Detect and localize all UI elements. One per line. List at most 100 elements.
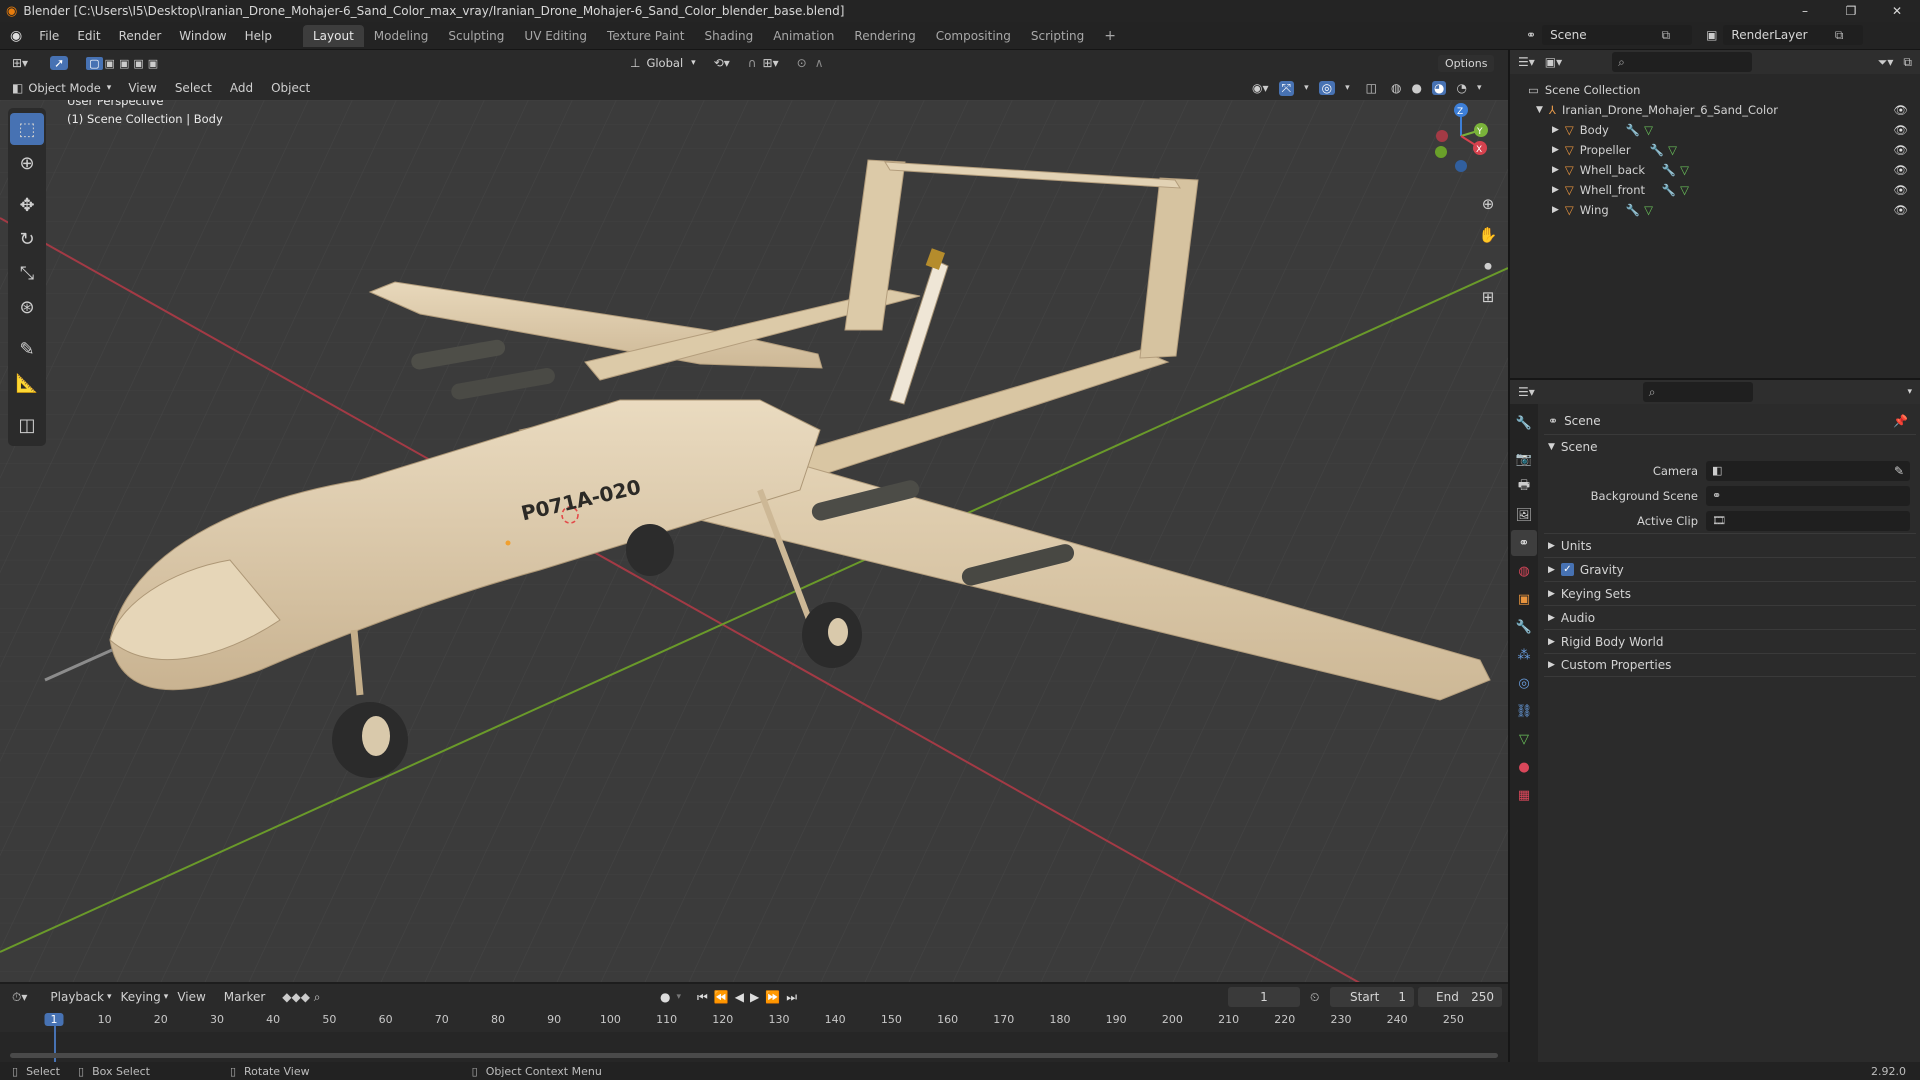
mode-dropdown[interactable]: Object Mode: [28, 81, 100, 95]
select-tool-icon[interactable]: ➚: [50, 56, 69, 70]
timeline-menu-playback[interactable]: Playback: [41, 990, 113, 1004]
tab-modeling[interactable]: Modeling: [364, 25, 439, 47]
render-tab-icon[interactable]: 📷: [1511, 446, 1537, 472]
move-tool-icon[interactable]: ✥: [10, 189, 44, 221]
play-reverse-icon[interactable]: ◀: [735, 990, 744, 1004]
add-cube-tool-icon[interactable]: ◫: [10, 409, 44, 441]
cursor-tool-icon[interactable]: ⊕: [10, 147, 44, 179]
jump-start-icon[interactable]: ⏮: [697, 990, 708, 1005]
mesh-data-icon[interactable]: ▽: [1680, 183, 1689, 197]
tab-scripting[interactable]: Scripting: [1021, 25, 1094, 47]
falloff-icon[interactable]: ∧: [815, 56, 824, 70]
modifier-wrench-icon[interactable]: 🔧: [1662, 163, 1676, 177]
outliner-object-row[interactable]: ▶ ▽ Wing 🔧 ▽ 👁: [1510, 200, 1920, 220]
outliner-object-row[interactable]: ▶ ▽ Propeller 🔧 ▽ 👁: [1510, 140, 1920, 160]
tab-shading[interactable]: Shading: [694, 25, 763, 47]
mesh-data-icon[interactable]: ▽: [1644, 123, 1653, 137]
background-scene-field[interactable]: ⚭: [1706, 485, 1910, 506]
visibility-eye-icon[interactable]: 👁: [1893, 183, 1908, 197]
scene-selector-icon[interactable]: ⚭: [1526, 28, 1536, 42]
editor-type-icon[interactable]: ☰▾: [1518, 385, 1535, 399]
xray-icon[interactable]: ◫: [1366, 81, 1377, 95]
gizmo-dropdown-icon[interactable]: ▾: [1304, 83, 1309, 93]
overlay-toggle-icon[interactable]: ◎: [1318, 81, 1336, 95]
viewport-menu-object[interactable]: Object: [262, 81, 319, 95]
proportional-edit-icon[interactable]: ⊙: [797, 56, 807, 70]
maximize-button[interactable]: ❐: [1828, 4, 1874, 18]
navigation-gizmo[interactable]: Z Y X: [1415, 100, 1505, 180]
3d-viewport[interactable]: P071A-020 User Perspective (1) Scene Col…: [0, 100, 1508, 982]
editor-type-icon[interactable]: ☰▾: [1518, 55, 1535, 69]
select-box-tool-icon[interactable]: ⬚: [10, 113, 44, 145]
constraints-tab-icon[interactable]: ⛓: [1511, 698, 1537, 724]
ortho-grid-icon[interactable]: ⊞: [1474, 283, 1502, 311]
expand-arrow-icon[interactable]: ▶: [1552, 165, 1559, 175]
outliner-object-row[interactable]: ▶ ▽ Whell_front 🔧 ▽ 👁: [1510, 180, 1920, 200]
minimize-button[interactable]: –: [1782, 4, 1828, 18]
outliner-collection-row[interactable]: ▼ ⅄ Iranian_Drone_Mohajer_6_Sand_Color 👁: [1510, 100, 1920, 120]
tab-uv-editing[interactable]: UV Editing: [514, 25, 597, 47]
eyedropper-icon[interactable]: ✎: [1894, 464, 1904, 478]
blender-menu-icon[interactable]: ◉: [0, 28, 30, 44]
pivot-point-icon[interactable]: ⟲▾: [714, 56, 730, 70]
rotate-tool-icon[interactable]: ↻: [10, 223, 44, 255]
visibility-eye-icon[interactable]: 👁: [1893, 143, 1908, 157]
scene-selector[interactable]: Scene ⧉: [1542, 25, 1693, 45]
new-collection-icon[interactable]: ⧉: [1903, 55, 1912, 70]
viewport-menu-view[interactable]: View: [119, 81, 165, 95]
scene-tab-icon[interactable]: ⚭: [1511, 530, 1537, 556]
select-mode-intersect-icon[interactable]: ▣: [148, 57, 158, 70]
shading-material-icon[interactable]: ◕: [1431, 81, 1447, 95]
shading-dropdown-icon[interactable]: ▾: [1477, 83, 1482, 93]
end-frame-field[interactable]: End 250: [1418, 987, 1502, 1007]
output-tab-icon[interactable]: 🖶: [1511, 474, 1537, 500]
select-mode-subtract-icon[interactable]: ▣: [119, 57, 129, 70]
world-tab-icon[interactable]: ◍: [1511, 558, 1537, 584]
outliner-object-row[interactable]: ▶ ▽ Body 🔧 ▽ 👁: [1510, 120, 1920, 140]
play-icon[interactable]: ▶: [750, 990, 759, 1004]
jump-end-icon[interactable]: ⏭: [786, 990, 797, 1005]
gizmo-toggle-icon[interactable]: ⤧: [1278, 80, 1295, 96]
visibility-eye-icon[interactable]: 👁: [1893, 123, 1908, 137]
next-keyframe-icon[interactable]: ⏩: [765, 990, 780, 1004]
annotate-tool-icon[interactable]: ✎: [10, 333, 44, 365]
viewport-menu-add[interactable]: Add: [221, 81, 262, 95]
add-workspace-button[interactable]: +: [1094, 24, 1126, 48]
pan-hand-icon[interactable]: ✋: [1474, 221, 1502, 249]
visibility-icon[interactable]: ◉▾: [1252, 81, 1269, 95]
rigid-body-world-subpanel[interactable]: ▶ Rigid Body World: [1544, 629, 1916, 653]
options-dropdown[interactable]: Options: [1438, 54, 1495, 72]
expand-arrow-icon[interactable]: ▶: [1552, 185, 1559, 195]
display-mode-icon[interactable]: ▣▾: [1545, 55, 1562, 69]
custom-properties-subpanel[interactable]: ▶ Custom Properties: [1544, 653, 1916, 677]
visibility-eye-icon[interactable]: 👁: [1893, 103, 1908, 117]
audio-subpanel[interactable]: ▶ Audio: [1544, 605, 1916, 629]
prev-keyframe-icon[interactable]: ⏪: [714, 990, 729, 1004]
visibility-eye-icon[interactable]: 👁: [1893, 163, 1908, 177]
shading-rendered-icon[interactable]: ◔: [1456, 81, 1466, 95]
clock-icon[interactable]: ⏲: [1310, 990, 1319, 1005]
measure-tool-icon[interactable]: 📐: [10, 367, 44, 399]
gravity-checkbox[interactable]: ✓: [1560, 563, 1574, 576]
keying-sets-subpanel[interactable]: ▶ Keying Sets: [1544, 581, 1916, 605]
outliner-search-input[interactable]: ⌕: [1612, 52, 1753, 72]
modifier-wrench-icon[interactable]: 🔧: [1650, 143, 1664, 157]
filter-icon[interactable]: ⏷▾: [1878, 55, 1894, 70]
tab-layout[interactable]: Layout: [302, 24, 364, 47]
editor-type-icon[interactable]: ⊞▾: [12, 56, 28, 70]
tab-compositing[interactable]: Compositing: [926, 25, 1021, 47]
expand-arrow-icon[interactable]: ▶: [1552, 125, 1559, 135]
modifier-wrench-icon[interactable]: 🔧: [1626, 123, 1640, 137]
viewport-scene[interactable]: [0, 100, 1508, 982]
scale-tool-icon[interactable]: ⤡: [10, 257, 44, 289]
scene-panel-header[interactable]: ▼ Scene: [1544, 434, 1916, 458]
select-mode-extend-icon[interactable]: ▣: [105, 57, 115, 70]
snap-target-icon[interactable]: ⊞▾: [763, 56, 779, 70]
modifier-tab-icon[interactable]: 🔧: [1511, 614, 1537, 640]
modifier-wrench-icon[interactable]: 🔧: [1662, 183, 1676, 197]
transform-tool-icon[interactable]: ⊛: [10, 291, 44, 323]
expand-arrow-icon[interactable]: ▶: [1552, 205, 1559, 215]
shading-wireframe-icon[interactable]: ◍: [1391, 81, 1401, 95]
tab-animation[interactable]: Animation: [763, 25, 844, 47]
mesh-data-icon[interactable]: ▽: [1680, 163, 1689, 177]
